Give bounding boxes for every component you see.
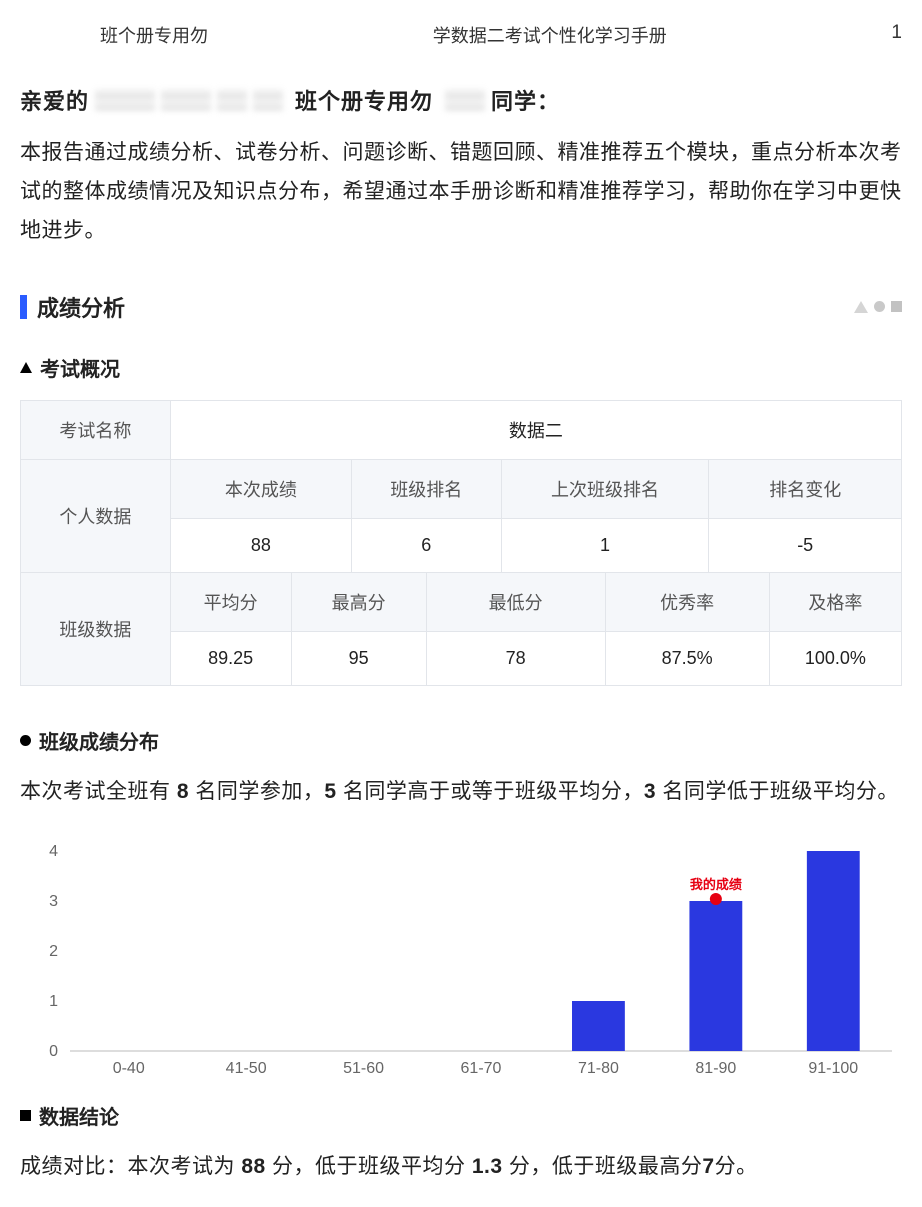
class-header: 最高分 bbox=[291, 572, 426, 631]
overview-title-text: 考试概况 bbox=[40, 353, 120, 382]
class-header: 最低分 bbox=[426, 572, 605, 631]
personal-value: 6 bbox=[351, 518, 501, 572]
personal-header: 本次成绩 bbox=[170, 459, 351, 518]
personal-value: 88 bbox=[170, 518, 351, 572]
personal-header: 排名变化 bbox=[709, 459, 902, 518]
svg-text:71-80: 71-80 bbox=[578, 1060, 619, 1077]
svg-text:3: 3 bbox=[49, 893, 58, 910]
distribution-paragraph: 本次考试全班有 8 名同学参加，5 名同学高于或等于班级平均分，3 名同学低于班… bbox=[0, 773, 922, 832]
table-row: 个人数据 本次成绩 班级排名 上次班级排名 排名变化 bbox=[21, 459, 902, 518]
conc-text: 分，低于班级最高分 bbox=[503, 1155, 703, 1178]
dist-text: 名同学参加， bbox=[189, 780, 324, 803]
square-icon bbox=[891, 301, 902, 312]
overview-table: 考试名称 数据二 个人数据 本次成绩 班级排名 上次班级排名 排名变化 88 6… bbox=[20, 400, 902, 686]
section-decor bbox=[854, 301, 902, 313]
greeting-mid: 班个册专用勿 bbox=[295, 84, 433, 116]
exam-name-label: 考试名称 bbox=[21, 400, 171, 459]
greeting-suffix: 同学： bbox=[491, 84, 560, 116]
circle-icon bbox=[874, 301, 885, 312]
header-left: 班个册专用勿 bbox=[20, 22, 208, 48]
intro-paragraph: 本报告通过成绩分析、试卷分析、问题诊断、错题回顾、精准推荐五个模块，重点分析本次… bbox=[0, 134, 922, 291]
personal-header: 上次班级排名 bbox=[501, 459, 709, 518]
greeting-line: 亲爱的 班个册专用勿 同学： bbox=[0, 66, 922, 134]
class-header: 优秀率 bbox=[605, 572, 769, 631]
conc-bold: 88 bbox=[241, 1155, 265, 1178]
square-bullet-icon bbox=[20, 1110, 31, 1121]
dist-text: 本次考试全班有 bbox=[20, 780, 177, 803]
class-value: 78 bbox=[426, 631, 605, 685]
svg-text:2: 2 bbox=[49, 943, 58, 960]
class-value: 87.5% bbox=[605, 631, 769, 685]
conclusion-title-text: 数据结论 bbox=[39, 1101, 119, 1130]
distribution-title: 班级成绩分布 bbox=[0, 726, 922, 773]
svg-text:0-40: 0-40 bbox=[113, 1060, 145, 1077]
page-number: 1 bbox=[891, 22, 902, 48]
conclusion-paragraph: 成绩对比：本次考试为 88 分，低于班级平均分 1.3 分，低于班级最高分7分。 bbox=[0, 1148, 922, 1207]
class-label: 班级数据 bbox=[21, 572, 171, 685]
dist-text: 名同学高于或等于班级平均分， bbox=[337, 780, 644, 803]
svg-text:91-100: 91-100 bbox=[808, 1060, 858, 1077]
table-row: 考试名称 数据二 bbox=[21, 400, 902, 459]
class-value: 89.25 bbox=[170, 631, 291, 685]
distribution-title-text: 班级成绩分布 bbox=[39, 726, 159, 755]
redacted-block bbox=[217, 89, 247, 111]
redacted-block bbox=[95, 89, 155, 111]
personal-header: 班级排名 bbox=[351, 459, 501, 518]
conclusion-title: 数据结论 bbox=[0, 1101, 922, 1148]
conc-text: 分。 bbox=[715, 1155, 758, 1178]
section-header-row: 成绩分析 bbox=[0, 291, 922, 353]
svg-text:我的成绩: 我的成绩 bbox=[690, 877, 742, 892]
redacted-block bbox=[253, 89, 283, 111]
personal-label: 个人数据 bbox=[21, 459, 171, 572]
dist-bold: 8 bbox=[177, 780, 189, 803]
overview-title: 考试概况 bbox=[0, 353, 922, 400]
dist-text: 名同学低于班级平均分。 bbox=[656, 780, 899, 803]
section-title: 成绩分析 bbox=[20, 291, 125, 323]
svg-text:51-60: 51-60 bbox=[343, 1060, 384, 1077]
dist-bold: 5 bbox=[324, 780, 336, 803]
svg-text:1: 1 bbox=[49, 993, 58, 1010]
distribution-chart: 0 1 2 3 4 0-40 41-50 51-60 61-70 71-80 81-90 91-100… bbox=[0, 831, 922, 1101]
conc-bold: 1.3 bbox=[472, 1155, 503, 1178]
svg-text:0: 0 bbox=[49, 1043, 58, 1060]
redacted-block bbox=[161, 89, 211, 111]
conc-text: 分，低于班级平均分 bbox=[266, 1155, 472, 1178]
svg-text:41-50: 41-50 bbox=[226, 1060, 267, 1077]
triangle-icon bbox=[854, 301, 868, 313]
section-accent-bar bbox=[20, 295, 27, 319]
class-header: 及格率 bbox=[769, 572, 901, 631]
conc-text: 成绩对比：本次考试为 bbox=[20, 1155, 241, 1178]
svg-text:81-90: 81-90 bbox=[695, 1060, 736, 1077]
class-header: 平均分 bbox=[170, 572, 291, 631]
redacted-block bbox=[445, 89, 485, 111]
exam-name-value: 数据二 bbox=[170, 400, 901, 459]
personal-value: -5 bbox=[709, 518, 902, 572]
greeting-prefix: 亲爱的 bbox=[20, 84, 89, 116]
header-center: 学数据二考试个性化学习手册 bbox=[433, 22, 667, 48]
class-value: 100.0% bbox=[769, 631, 901, 685]
dot-bullet-icon bbox=[20, 735, 31, 746]
conc-bold: 7 bbox=[702, 1155, 714, 1178]
section-title-text: 成绩分析 bbox=[37, 291, 125, 323]
bar-chart-svg: 0 1 2 3 4 0-40 41-50 51-60 61-70 71-80 81-90 91-100… bbox=[20, 841, 902, 1081]
dist-bold: 3 bbox=[644, 780, 656, 803]
personal-value: 1 bbox=[501, 518, 709, 572]
svg-text:4: 4 bbox=[49, 843, 58, 860]
class-value: 95 bbox=[291, 631, 426, 685]
svg-text:61-70: 61-70 bbox=[461, 1060, 502, 1077]
page-header: 班个册专用勿 学数据二考试个性化学习手册 1 bbox=[0, 0, 922, 66]
triangle-bullet-icon bbox=[20, 362, 32, 373]
table-row: 班级数据 平均分 最高分 最低分 优秀率 及格率 bbox=[21, 572, 902, 631]
